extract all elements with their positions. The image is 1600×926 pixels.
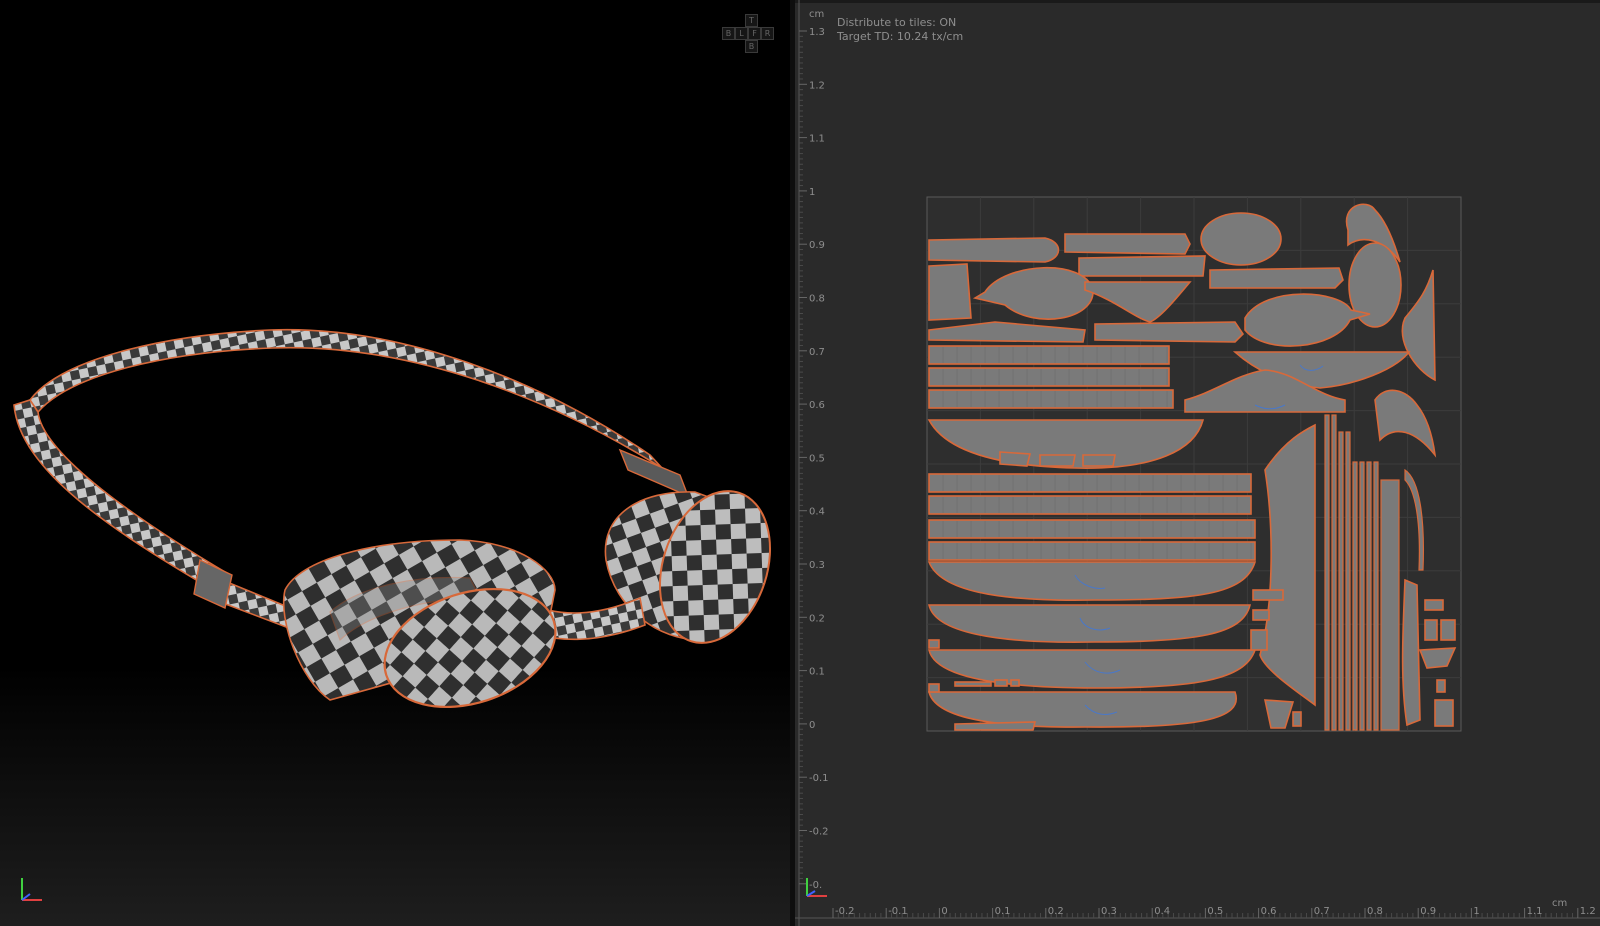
u-ruler: -0.2 -0.1 0 0.1 0.2 0.3 0.4 0.5 0.6 0.7 0.8 0.9 1 1.1… — [795, 906, 1600, 919]
v-ruler-label: 0.2 — [809, 613, 825, 624]
v-ruler-label: 1.1 — [809, 134, 825, 145]
u-unit-label: cm — [1552, 898, 1567, 909]
v-ruler-label: 1.3 — [809, 27, 825, 38]
uv-island[interactable] — [1436, 679, 1446, 693]
uv-island[interactable] — [928, 683, 940, 693]
v-ruler-label: -0.2 — [809, 827, 829, 838]
v-ruler-label: 0.6 — [809, 400, 825, 411]
uv-island[interactable] — [1380, 479, 1400, 731]
uv-island[interactable] — [928, 389, 1174, 409]
u-ruler-label: 1.1 — [1527, 906, 1543, 917]
uv-island[interactable] — [954, 721, 1037, 731]
v-ruler-label: 0.4 — [809, 507, 825, 518]
v-ruler-label: 0.5 — [809, 453, 825, 464]
uv-island[interactable] — [1366, 461, 1372, 731]
u-ruler-label: -0.2 — [835, 906, 855, 917]
view-cube-front[interactable]: F — [748, 27, 761, 40]
v-ruler-label: 0.3 — [809, 560, 825, 571]
v-ruler-label: 1 — [809, 187, 815, 198]
u-ruler-label: 0.8 — [1367, 906, 1383, 917]
uv-island[interactable] — [928, 367, 1170, 387]
uv-island[interactable] — [1424, 599, 1444, 611]
u-ruler-label: 0.1 — [995, 906, 1011, 917]
uv-island[interactable] — [1345, 431, 1351, 731]
uv-island[interactable] — [1352, 461, 1358, 731]
view-cube-right[interactable]: R — [761, 27, 774, 40]
view-cube-top[interactable]: T — [745, 14, 758, 27]
uv-island[interactable] — [1039, 454, 1076, 467]
uv-island[interactable] — [1082, 454, 1116, 467]
v-ruler-label: -0.1 — [809, 773, 829, 784]
right-eyecup[interactable] — [604, 477, 788, 658]
u-ruler-label: 0.6 — [1261, 906, 1277, 917]
uv-island[interactable] — [1359, 461, 1365, 731]
uv-island[interactable] — [928, 237, 1060, 263]
view-cube[interactable]: T B L F R B — [722, 14, 778, 58]
uv-island[interactable] — [1338, 431, 1344, 731]
uv-island[interactable] — [1401, 578, 1421, 727]
uv-island[interactable] — [928, 639, 940, 649]
uv-island[interactable] — [1094, 321, 1245, 343]
uv-island[interactable] — [1209, 267, 1344, 289]
u-ruler-label: 0.4 — [1154, 906, 1170, 917]
uv-island[interactable] — [1424, 619, 1438, 641]
left-eyecup[interactable] — [283, 539, 571, 728]
uv-island[interactable] — [1331, 414, 1337, 731]
uv-island[interactable] — [1440, 619, 1456, 641]
v-ruler-label: 0.1 — [809, 667, 825, 678]
v-ruler-label: 0 — [809, 720, 815, 731]
uv-island[interactable] — [1252, 589, 1284, 601]
uv-island[interactable] — [1373, 461, 1379, 731]
uv-island[interactable] — [1200, 212, 1282, 266]
uv-island[interactable] — [999, 451, 1032, 467]
uv-island[interactable] — [1252, 609, 1270, 621]
v-ruler-label: 0.8 — [809, 294, 825, 305]
v-ruler-label: 0.9 — [809, 240, 825, 251]
uv-island[interactable] — [1292, 711, 1302, 727]
uv-island[interactable] — [1250, 629, 1268, 651]
v-ruler: 1.3 1.2 1.1 1 0.9 0.8 0.7 0.6 0.5 0.4 0.3 0.2 0.1 0 -0… — [798, 0, 829, 926]
uv-island[interactable] — [928, 541, 1256, 561]
viewport-3d[interactable]: T B L F R B — [0, 0, 790, 926]
uv-island[interactable] — [1010, 679, 1020, 687]
uv-island[interactable] — [928, 263, 972, 321]
u-ruler-label: 0.7 — [1314, 906, 1330, 917]
uv-editor[interactable]: Distribute to tiles: ON Target TD: 10.24… — [795, 0, 1600, 926]
uv-canvas[interactable]: 1.31.21.110.90.80.70.60.50.40.30.20.10-0… — [795, 0, 1600, 926]
uv-island[interactable] — [1064, 233, 1191, 255]
u-ruler-label: 0.5 — [1207, 906, 1223, 917]
view-cube-left[interactable]: L — [735, 27, 748, 40]
axis-gizmo-icon — [21, 878, 42, 901]
uv-island[interactable] — [1434, 699, 1454, 727]
goggles-model[interactable] — [0, 0, 790, 926]
v-unit-label: cm — [809, 9, 824, 20]
u-ruler-label: 1 — [1473, 906, 1479, 917]
uv-island[interactable] — [994, 679, 1008, 687]
u-ruler-label: 0.3 — [1101, 906, 1117, 917]
uv-island[interactable] — [1324, 414, 1330, 731]
u-ruler-label: 0.2 — [1048, 906, 1064, 917]
u-ruler-label: -0.1 — [888, 906, 908, 917]
uv-island[interactable] — [954, 681, 992, 687]
view-cube-bottom[interactable]: B — [745, 40, 758, 53]
uv-island[interactable] — [928, 495, 1252, 515]
v-ruler-label: 0.7 — [809, 347, 825, 358]
v-ruler-label: -0. — [809, 880, 822, 891]
u-ruler-label: 0.9 — [1420, 906, 1436, 917]
uv-island[interactable] — [928, 519, 1256, 539]
u-ruler-label: 0 — [941, 906, 947, 917]
uv-island[interactable] — [928, 473, 1252, 493]
view-cube-back[interactable]: B — [722, 27, 735, 40]
uv-island[interactable] — [1078, 255, 1206, 277]
uv-island[interactable] — [928, 345, 1170, 365]
v-ruler-label: 1.2 — [809, 80, 825, 91]
u-ruler-label: 1.2 — [1580, 906, 1596, 917]
